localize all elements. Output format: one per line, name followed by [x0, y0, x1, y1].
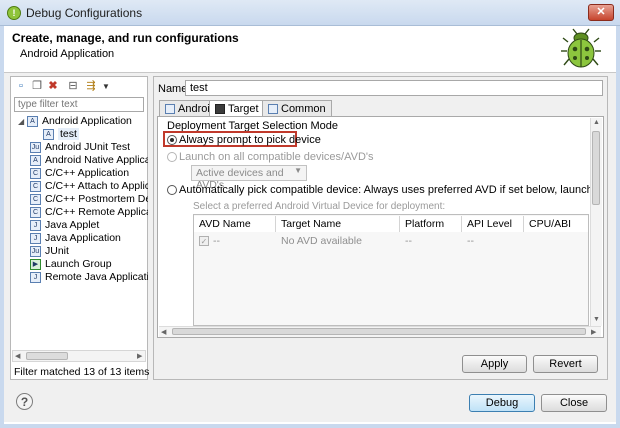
chevron-down-icon: ▼ — [294, 166, 302, 175]
option-always-prompt[interactable]: Always prompt to pick device — [179, 134, 321, 146]
column-header[interactable]: CPU/ABI — [524, 216, 588, 232]
android-config-icon: A — [43, 129, 54, 140]
tree-item-cpp-postmortem[interactable]: CC/C++ Postmortem Debugger — [30, 193, 148, 206]
tree-item-cpp-attach[interactable]: CC/C++ Attach to Application — [30, 180, 148, 193]
tree-item-remote-java[interactable]: JRemote Java Application — [30, 271, 148, 284]
frame-border — [0, 26, 4, 428]
scroll-down-icon[interactable]: ▼ — [593, 316, 600, 323]
junit-icon: Ju — [30, 246, 41, 257]
left-scroll-thumb[interactable] — [26, 352, 68, 360]
name-field[interactable]: test — [185, 80, 603, 96]
scroll-up-icon[interactable]: ▲ — [593, 119, 600, 126]
debug-bug-icon — [561, 28, 601, 68]
tree-item-android-application[interactable]: ◢ A Android Application — [18, 115, 148, 128]
close-button[interactable]: Close — [541, 394, 607, 412]
android-tab-icon — [165, 104, 175, 115]
scroll-left-icon[interactable]: ◀ — [161, 328, 166, 336]
android-app-icon: A — [27, 116, 38, 127]
table-cell: -- — [213, 235, 220, 247]
c-icon: C — [30, 207, 41, 218]
vertical-scroll-thumb[interactable] — [592, 131, 600, 205]
radio-launch-all[interactable] — [167, 152, 177, 162]
java-applet-icon: J — [30, 220, 41, 231]
new-config-icon[interactable]: ▫ — [14, 80, 28, 93]
app-icon: ! — [7, 6, 21, 20]
filter-input[interactable] — [14, 97, 144, 112]
delete-icon[interactable]: ✖ — [46, 80, 60, 93]
option-launch-all[interactable]: Launch on all compatible devices/AVD's — [179, 151, 374, 163]
table-cell: No AVD available — [281, 235, 362, 247]
c-icon: C — [30, 194, 41, 205]
apply-button[interactable]: Apply — [462, 355, 527, 373]
revert-button[interactable]: Revert — [533, 355, 598, 373]
help-icon[interactable]: ? — [16, 393, 33, 410]
active-devices-select[interactable]: Active devices and AVD's ▼ — [191, 165, 307, 191]
duplicate-icon[interactable]: ❐ — [30, 80, 44, 93]
junit-icon: Ju — [30, 142, 41, 153]
target-tab-icon — [215, 104, 225, 115]
option-auto-pick[interactable]: Automatically pick compatible device: Al… — [179, 184, 591, 196]
table-cell: -- — [467, 235, 474, 247]
tree-item-android-native[interactable]: AAndroid Native Application — [30, 154, 148, 167]
c-icon: C — [30, 168, 41, 179]
column-header[interactable]: Target Name — [276, 216, 400, 232]
launch-group-icon: ▶ — [30, 259, 41, 270]
frame-border — [0, 424, 620, 428]
scroll-left-icon[interactable]: ◀ — [15, 352, 20, 360]
tree-item-java-application[interactable]: J Java Application — [30, 232, 148, 245]
window-title: Debug Configurations — [26, 6, 143, 20]
radio-always-prompt[interactable] — [167, 135, 177, 145]
tree-item-java-applet[interactable]: J Java Applet — [30, 219, 148, 232]
avd-row-checkbox[interactable]: ✓ — [199, 236, 209, 246]
java-app-icon: J — [30, 233, 41, 244]
filter-status: Filter matched 13 of 13 items — [14, 366, 150, 378]
tree-item-android-junit[interactable]: Ju Android JUnit Test — [30, 141, 160, 154]
scroll-right-icon[interactable]: ▶ — [137, 352, 142, 360]
column-header[interactable]: API Level — [462, 216, 524, 232]
horizontal-scroll-thumb[interactable] — [172, 328, 586, 335]
collapse-all-icon[interactable]: ⊟ — [66, 80, 80, 93]
tree-item-cpp-remote[interactable]: CC/C++ Remote Application — [30, 206, 148, 219]
filter-icon[interactable]: ⇶ — [84, 80, 98, 93]
tree-item-cpp-application[interactable]: C C/C++ Application — [30, 167, 148, 180]
native-app-icon: A — [30, 155, 41, 166]
frame-border — [616, 26, 620, 428]
avd-hint: Select a preferred Android Virtual Devic… — [193, 201, 446, 212]
column-header[interactable]: AVD Name — [194, 216, 276, 232]
tree-item-junit[interactable]: Ju JUnit — [30, 245, 148, 258]
window-close-button[interactable]: ✕ — [588, 4, 614, 21]
header-subtitle: Android Application — [20, 48, 115, 60]
scroll-right-icon[interactable]: ▶ — [591, 328, 596, 336]
remote-java-icon: J — [30, 272, 41, 283]
column-header[interactable]: Platform — [400, 216, 462, 232]
header-title: Create, manage, and run configurations — [12, 31, 239, 45]
debug-button[interactable]: Debug — [469, 394, 535, 412]
table-cell: -- — [405, 235, 412, 247]
tab-common[interactable]: Common — [262, 100, 332, 116]
c-icon: C — [30, 181, 41, 192]
expand-arrow-icon[interactable]: ◢ — [18, 115, 27, 128]
radio-auto-pick[interactable] — [167, 185, 177, 195]
tree-item-launch-group[interactable]: ▶ Launch Group — [30, 258, 148, 271]
common-tab-icon — [268, 104, 278, 115]
tab-target[interactable]: Target — [209, 100, 265, 116]
chevron-down-icon[interactable]: ▼ — [99, 80, 113, 93]
